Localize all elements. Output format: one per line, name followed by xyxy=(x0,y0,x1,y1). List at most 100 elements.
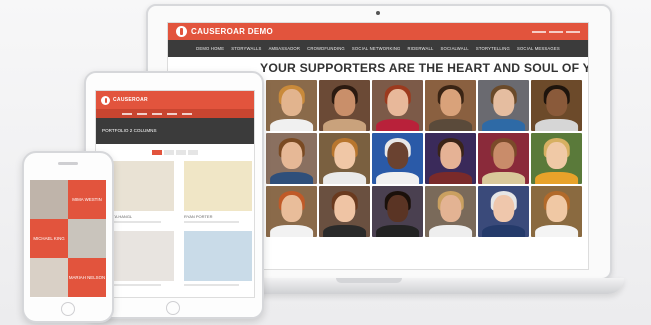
portfolio-caption: RYAN PORTER xyxy=(184,214,213,219)
portrait-face xyxy=(386,142,409,169)
supporter-photo[interactable] xyxy=(425,133,476,184)
caption-line xyxy=(184,221,239,223)
portrait-body xyxy=(322,171,367,184)
filter-option[interactable] xyxy=(176,150,186,155)
phone: MIMA WESTIN MICHAEL KING MARIAH NELSON xyxy=(22,151,114,323)
tablet-nav[interactable] xyxy=(96,109,254,118)
portrait-face xyxy=(280,89,303,116)
nav-item[interactable]: SOCIALWALL xyxy=(441,46,469,51)
logo-icon xyxy=(176,26,187,37)
portrait-face xyxy=(545,89,568,116)
nav-item[interactable]: DEMO HOME xyxy=(196,46,224,51)
speaker xyxy=(58,162,78,165)
supporter-photo[interactable] xyxy=(319,80,370,131)
logo-icon xyxy=(101,95,110,105)
portrait-body xyxy=(269,171,314,184)
portfolio-photo[interactable] xyxy=(184,231,252,281)
portrait-body xyxy=(428,171,473,184)
supporter-photo[interactable] xyxy=(478,80,529,131)
name-tile[interactable]: MIMA WESTIN xyxy=(68,180,106,219)
filter-option[interactable] xyxy=(164,150,174,155)
portrait-body xyxy=(534,224,579,237)
site-header: CAUSEROAR DEMO xyxy=(168,23,588,40)
portfolio-caption: ANITA HANGL xyxy=(106,214,133,219)
portrait-body xyxy=(269,224,314,237)
name-tile-label: MICHAEL KING xyxy=(33,236,65,241)
portfolio-photo[interactable] xyxy=(184,161,252,211)
portfolio-photo[interactable] xyxy=(106,161,174,211)
supporter-photo[interactable] xyxy=(266,80,317,131)
home-button xyxy=(166,301,180,315)
supporter-photo[interactable] xyxy=(266,133,317,184)
portfolio-photo[interactable] xyxy=(106,231,174,281)
supporter-photo[interactable] xyxy=(478,133,529,184)
supporter-photo[interactable] xyxy=(372,80,423,131)
portrait-face xyxy=(333,195,356,222)
supporter-photo[interactable] xyxy=(266,186,317,237)
portrait-body xyxy=(375,171,420,184)
nav-item[interactable]: SOCIAL NETWORKING xyxy=(352,46,401,51)
caption-line xyxy=(106,284,161,286)
tablet-header: CAUSEROAR xyxy=(96,91,254,109)
portrait-body xyxy=(428,118,473,131)
supporter-photo[interactable] xyxy=(372,186,423,237)
portrait-face xyxy=(439,89,462,116)
portrait-body xyxy=(481,171,526,184)
portrait-body xyxy=(481,118,526,131)
site-nav: DEMO HOME STORYWALLS AMBASSADOR CROWDFUN… xyxy=(168,40,588,57)
name-tile[interactable]: MICHAEL KING xyxy=(30,219,68,258)
filter-option[interactable] xyxy=(188,150,198,155)
portrait-body xyxy=(375,118,420,131)
supporter-photo-grid xyxy=(266,80,586,237)
photo-tile[interactable] xyxy=(30,180,68,219)
supporter-photo[interactable] xyxy=(531,80,582,131)
laptop-notch xyxy=(336,278,402,283)
portrait-face xyxy=(386,195,409,222)
supporter-photo[interactable] xyxy=(372,133,423,184)
portrait-body xyxy=(322,224,367,237)
portrait-face xyxy=(492,89,515,116)
supporter-photo[interactable] xyxy=(531,186,582,237)
portfolio-card[interactable] xyxy=(106,231,174,286)
portrait-body xyxy=(534,118,579,131)
portrait-face xyxy=(545,195,568,222)
nav-item[interactable]: RIDERWALL xyxy=(408,46,434,51)
name-tile-label: MIMA WESTIN xyxy=(72,197,102,202)
phone-screen: MIMA WESTIN MICHAEL KING MARIAH NELSON xyxy=(30,180,106,298)
nav-item[interactable]: CROWDFUNDING xyxy=(307,46,345,51)
photo-tile[interactable] xyxy=(68,219,106,258)
device-mockup-scene: CAUSEROAR DEMO DEMO HOME STORYWALLS AMBA… xyxy=(0,0,651,325)
supporter-photo[interactable] xyxy=(425,186,476,237)
supporter-photo[interactable] xyxy=(531,133,582,184)
tablet-logo-text[interactable]: CAUSEROAR xyxy=(113,97,148,103)
nav-item[interactable]: SOCIAL MESSAGES xyxy=(517,46,560,51)
portrait-face xyxy=(333,89,356,116)
portrait-face xyxy=(545,142,568,169)
caption-line xyxy=(106,221,161,223)
logo-text: CAUSEROAR DEMO xyxy=(191,26,273,36)
portfolio-card[interactable]: ANITA HANGL xyxy=(106,161,174,223)
supporter-photo[interactable] xyxy=(319,186,370,237)
supporter-photo[interactable] xyxy=(319,133,370,184)
portrait-body xyxy=(534,171,579,184)
portrait-face xyxy=(386,89,409,116)
nav-item[interactable]: STORYTELLING xyxy=(476,46,510,51)
portfolio-cards: ANITA HANGL RYAN PORTER xyxy=(96,155,254,286)
portrait-body xyxy=(269,118,314,131)
filter-all[interactable] xyxy=(152,150,162,155)
supporter-photo[interactable] xyxy=(425,80,476,131)
portrait-face xyxy=(439,195,462,222)
portfolio-card[interactable] xyxy=(184,231,252,286)
portrait-face xyxy=(492,142,515,169)
camera-icon xyxy=(376,11,380,15)
site-logo[interactable]: CAUSEROAR DEMO xyxy=(176,26,273,37)
name-tile[interactable]: MARIAH NELSON xyxy=(68,258,106,297)
portfolio-card[interactable]: RYAN PORTER xyxy=(184,161,252,223)
photo-tile[interactable] xyxy=(30,258,68,297)
nav-item[interactable]: STORYWALLS xyxy=(231,46,261,51)
nav-item[interactable]: AMBASSADOR xyxy=(269,46,301,51)
portrait-face xyxy=(333,142,356,169)
header-links xyxy=(532,30,580,33)
supporter-photo[interactable] xyxy=(478,186,529,237)
name-tile-label: MARIAH NELSON xyxy=(68,275,106,280)
